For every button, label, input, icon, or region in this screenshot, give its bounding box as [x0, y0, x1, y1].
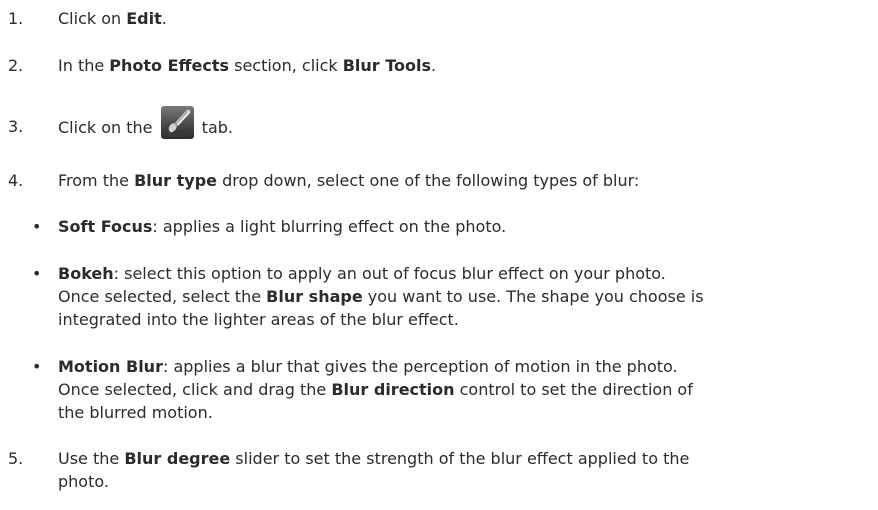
step-number: 4. [8, 171, 24, 190]
list-item-text: Soft Focus: applies a light blurring eff… [58, 217, 507, 236]
blur-tools-label: Blur Tools [342, 56, 432, 75]
blur-degree-label: Blur degree [124, 449, 231, 468]
step-number: 5. [8, 449, 24, 468]
bullet-icon: • [32, 217, 42, 236]
bullet-icon: • [32, 264, 42, 283]
photo-effects-label: Photo Effects [109, 56, 230, 75]
soft-focus-label: Soft Focus [58, 217, 153, 236]
blur-type-label: Blur type [134, 171, 217, 190]
bullet-icon: • [32, 357, 42, 376]
motion-blur-label: Motion Blur [58, 357, 163, 376]
blur-direction-label: Blur direction [331, 380, 455, 399]
step-text: In the Photo Effects section, click Blur… [58, 56, 437, 75]
blur-shape-label: Blur shape [266, 287, 363, 306]
step-text: From the Blur type drop down, select one… [58, 171, 640, 190]
bokeh-label: Bokeh [58, 264, 114, 283]
step-text: Click on Edit. [58, 9, 167, 28]
step-number: 2. [8, 56, 24, 75]
step-number: 1. [8, 9, 24, 28]
list-item-text: Bokeh: select this option to apply an ou… [58, 264, 704, 329]
step-text: Use the Blur degree slider to set the st… [58, 449, 690, 491]
blur-brush-tab-icon [160, 106, 194, 139]
step-text: Click on the tab. [58, 106, 233, 139]
edit-label: Edit [126, 9, 162, 28]
step-number: 3. [8, 117, 24, 136]
list-item-text: Motion Blur: applies a blur that gives t… [58, 357, 693, 422]
